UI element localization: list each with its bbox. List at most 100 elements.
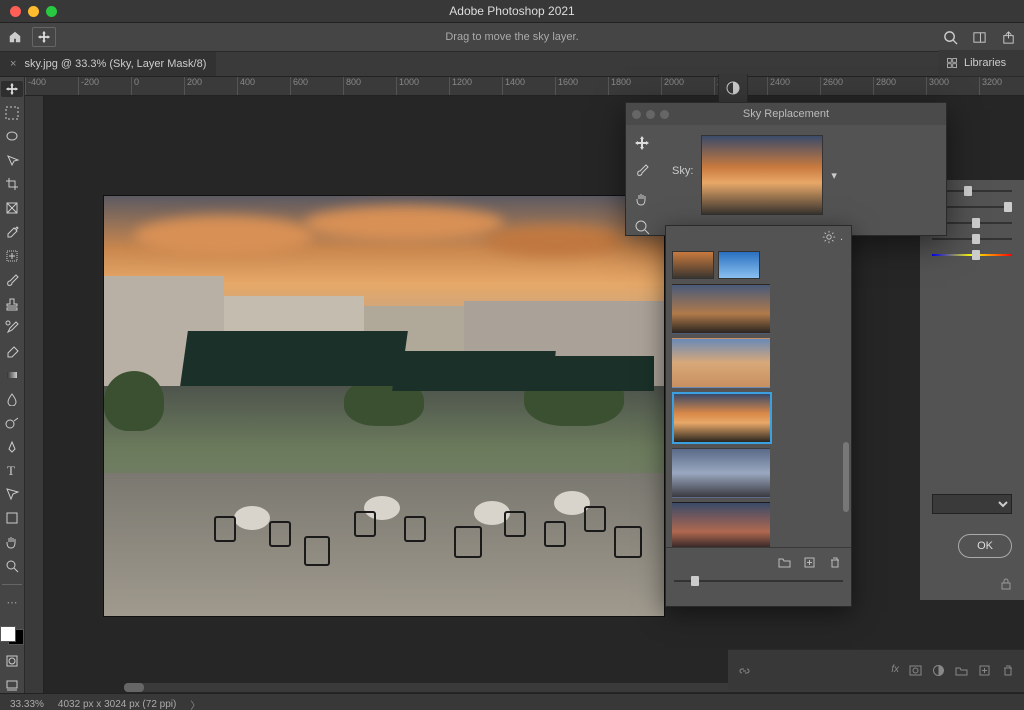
tools-panel: T ⋯ <box>0 77 25 693</box>
sky-preset[interactable] <box>672 284 770 334</box>
move-tool-icon[interactable] <box>32 27 56 47</box>
sky-preview-thumbnail[interactable] <box>701 135 823 215</box>
ok-button[interactable]: OK <box>958 534 1012 558</box>
thumbnail-size-slider[interactable] <box>666 576 851 606</box>
picker-scrollbar[interactable] <box>839 282 849 547</box>
picker-footer <box>666 547 851 576</box>
path-tool[interactable] <box>1 486 23 502</box>
adjustment-icon[interactable] <box>932 664 945 677</box>
gradient-tool[interactable] <box>1 367 23 383</box>
window-controls[interactable] <box>10 6 57 17</box>
category-blue[interactable] <box>718 251 760 279</box>
ruler-horizontal[interactable]: -400-20002004006008001000120014001600180… <box>25 77 1024 96</box>
trash-icon[interactable] <box>828 556 841 569</box>
sky-replacement-dialog: Sky Replacement Sky: ▾ <box>625 102 947 236</box>
minimize-window-icon[interactable] <box>28 6 39 17</box>
healing-tool[interactable] <box>1 248 23 264</box>
document-dimensions: 4032 px x 3024 px (72 ppi) <box>58 699 176 710</box>
zoom-level[interactable]: 33.33% <box>10 699 44 710</box>
eyedropper-tool[interactable] <box>1 224 23 240</box>
type-tool[interactable]: T <box>1 463 23 479</box>
status-chevron-icon[interactable]: 〉 <box>190 697 200 710</box>
separator <box>2 584 22 585</box>
frame-tool[interactable] <box>1 200 23 216</box>
svg-text:T: T <box>7 463 15 477</box>
dialog-title: Sky Replacement <box>743 108 829 120</box>
foreground-color-swatch[interactable] <box>0 626 16 642</box>
dialog-brush-tool[interactable] <box>634 163 650 179</box>
libraries-icon <box>946 57 958 69</box>
gear-icon[interactable] <box>822 230 836 244</box>
close-window-icon[interactable] <box>10 6 21 17</box>
screen-mode-icon[interactable] <box>1 677 23 693</box>
new-preset-icon[interactable] <box>803 556 816 569</box>
libraries-label: Libraries <box>964 57 1006 69</box>
sky-label: Sky: <box>672 165 693 177</box>
document-tab[interactable]: × sky.jpg @ 33.3% (Sky, Layer Mask/8) <box>0 52 216 76</box>
photo-preview <box>104 196 664 616</box>
zoom-window-icon[interactable] <box>46 6 57 17</box>
dialog-titlebar[interactable]: Sky Replacement <box>626 103 946 125</box>
sky-replacement-sliders: OK <box>920 180 1024 600</box>
sky-preset[interactable] <box>672 502 770 547</box>
history-brush-tool[interactable] <box>1 319 23 335</box>
mask-icon[interactable] <box>909 664 922 677</box>
dialog-tools <box>626 125 658 235</box>
sky-picker-flyout: . <box>665 225 852 607</box>
color-swatches[interactable] <box>0 626 24 645</box>
output-select[interactable] <box>932 494 1012 514</box>
workspace-icon[interactable] <box>972 30 987 45</box>
share-icon[interactable] <box>1001 30 1016 45</box>
sky-preset[interactable] <box>672 448 770 498</box>
close-tab-icon[interactable]: × <box>10 58 16 70</box>
crop-tool[interactable] <box>1 176 23 192</box>
app-title: Adobe Photoshop 2021 <box>0 4 1024 18</box>
quick-mask-icon[interactable] <box>1 653 23 669</box>
search-icon[interactable] <box>943 30 958 45</box>
zoom-tool[interactable] <box>1 558 23 574</box>
dodge-tool[interactable] <box>1 415 23 431</box>
pen-tool[interactable] <box>1 439 23 455</box>
new-layer-icon[interactable] <box>978 664 991 677</box>
status-bar: 33.33% 4032 px x 3024 px (72 ppi) 〉 <box>0 693 1024 710</box>
sky-category-row <box>666 248 851 282</box>
picker-menu-icon[interactable]: . <box>840 231 843 243</box>
sky-preset[interactable] <box>672 338 770 388</box>
stamp-tool[interactable] <box>1 296 23 312</box>
link-icon[interactable] <box>738 664 751 677</box>
document-tabs: × sky.jpg @ 33.3% (Sky, Layer Mask/8) <box>0 52 1024 77</box>
layers-panel-footer: fx <box>728 649 1024 690</box>
lock-icon[interactable] <box>1000 578 1012 590</box>
sky-preset-selected[interactable] <box>672 392 772 444</box>
brush-tool[interactable] <box>1 272 23 288</box>
dialog-move-tool[interactable] <box>634 135 650 151</box>
shape-tool[interactable] <box>1 510 23 526</box>
selection-tool[interactable] <box>1 153 23 169</box>
folder-icon[interactable] <box>778 556 791 569</box>
sky-preset-list[interactable] <box>666 282 851 547</box>
ruler-vertical[interactable] <box>25 96 44 693</box>
home-icon[interactable] <box>8 30 22 44</box>
adjustments-icon[interactable] <box>725 80 741 96</box>
marquee-tool[interactable] <box>1 105 23 121</box>
document-tab-label: sky.jpg @ 33.3% (Sky, Layer Mask/8) <box>24 58 206 70</box>
category-sunset[interactable] <box>672 251 714 279</box>
dialog-hand-tool[interactable] <box>634 191 650 207</box>
options-bar: Drag to move the sky layer. <box>0 23 1024 52</box>
temperature-slider[interactable] <box>932 238 1012 240</box>
move-tool[interactable] <box>1 81 23 97</box>
fx-icon[interactable]: fx <box>891 664 899 677</box>
color-adjust-slider[interactable] <box>932 254 1012 256</box>
tool-hint: Drag to move the sky layer. <box>0 31 1024 43</box>
dialog-zoom-tool[interactable] <box>634 219 650 235</box>
lasso-tool[interactable] <box>1 129 23 145</box>
eraser-tool[interactable] <box>1 343 23 359</box>
libraries-panel-header[interactable]: Libraries <box>938 50 1024 77</box>
blur-tool[interactable] <box>1 391 23 407</box>
delete-icon[interactable] <box>1001 664 1014 677</box>
macos-titlebar: Adobe Photoshop 2021 <box>0 0 1024 23</box>
chevron-down-icon[interactable]: ▾ <box>831 169 837 182</box>
edit-toolbar-icon[interactable]: ⋯ <box>1 595 23 611</box>
group-icon[interactable] <box>955 664 968 677</box>
hand-tool[interactable] <box>1 534 23 550</box>
